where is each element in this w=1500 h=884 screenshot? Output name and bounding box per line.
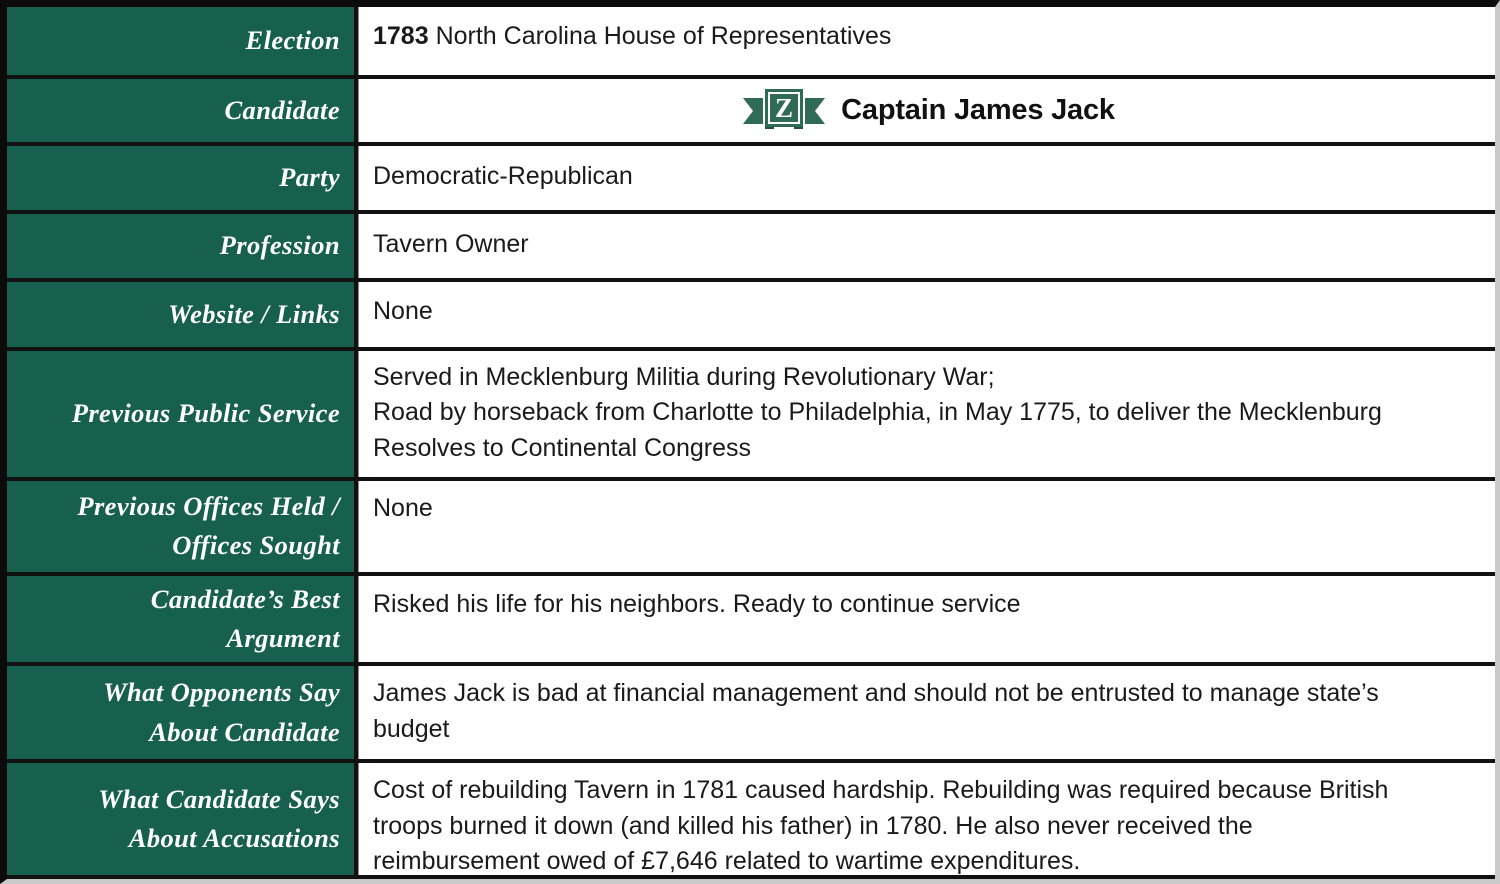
row-label-candidate: Candidate	[7, 78, 358, 143]
table-row-opponents-say: What Opponents Say About Candidate James…	[7, 666, 1495, 764]
table-row-best-argument: Candidate’s Best Argument Risked his lif…	[7, 575, 1495, 667]
election-year: 1783	[373, 22, 429, 50]
accusations-line-3: reimbursement owed of £7,646 related to …	[373, 847, 1081, 876]
table-row-previous-public-service: Previous Public Service Served in Meckle…	[7, 350, 1495, 481]
service-line-3: Resolves to Continental Congress	[373, 433, 751, 462]
opponents-line-2: budget	[373, 714, 450, 743]
row-label-election: Election	[7, 7, 358, 75]
row-label-website: Website / Links	[7, 282, 358, 347]
row-label-party: Party	[7, 146, 358, 210]
row-label-line-2: Argument	[226, 622, 340, 653]
row-value-opponents-say: James Jack is bad at financial managemen…	[358, 666, 1495, 760]
row-value-election: 1783 North Carolina House of Representat…	[358, 7, 1495, 75]
row-value-previous-public-service: Served in Mecklenburg Militia during Rev…	[358, 350, 1495, 477]
service-line-1: Served in Mecklenburg Militia during Rev…	[373, 362, 995, 391]
row-label-line-2: Offices Sought	[172, 530, 340, 561]
election-body: North Carolina House of Representatives	[428, 22, 892, 50]
row-value-candidate: Z Captain James Jack	[358, 78, 1495, 143]
election-value-line: 1783 North Carolina House of Representat…	[373, 19, 1479, 55]
row-label-opponents-say: What Opponents Say About Candidate	[7, 666, 358, 760]
profession-value: Tavern Owner	[373, 229, 529, 258]
row-label-line: Previous Public Service	[71, 398, 340, 429]
candidate-profile-table: Election 1783 North Carolina House of Re…	[0, 0, 1500, 884]
accusations-line-1: Cost of rebuilding Tavern in 1781 caused…	[373, 776, 1389, 805]
table-row-party: Party Democratic-Republican	[7, 146, 1495, 214]
row-label-candidate-says: What Candidate Says About Accusations	[7, 763, 358, 876]
row-label-line: Party	[279, 162, 340, 193]
row-label-best-argument: Candidate’s Best Argument	[7, 575, 358, 663]
table-row-website: Website / Links None	[7, 282, 1495, 351]
previous-offices-value: None	[373, 493, 433, 522]
row-label-previous-offices: Previous Offices Held / Offices Sought	[7, 480, 358, 572]
row-label-line: Candidate	[224, 94, 340, 125]
row-label-line: Profession	[219, 230, 340, 261]
row-label-line-1: Previous Offices Held /	[77, 491, 340, 522]
row-value-party: Democratic-Republican	[358, 146, 1495, 210]
row-value-profession: Tavern Owner	[358, 213, 1495, 279]
best-argument-value: Risked his life for his neighbors. Ready…	[373, 589, 1021, 618]
candidate-name: Captain James Jack	[841, 93, 1115, 126]
row-value-previous-offices: None	[358, 480, 1495, 572]
table-row-profession: Profession Tavern Owner	[7, 213, 1495, 283]
row-value-best-argument: Risked his life for his neighbors. Ready…	[358, 575, 1495, 663]
row-value-website: None	[358, 282, 1495, 347]
row-label-line-1: What Candidate Says	[98, 783, 340, 814]
party-value: Democratic-Republican	[373, 162, 633, 191]
row-label-line-1: Candidate’s Best	[150, 583, 340, 614]
accusations-line-2: troops burned it down (and killed his fa…	[373, 811, 1253, 840]
row-label-line-1: What Opponents Say	[103, 677, 340, 708]
website-value: None	[373, 297, 433, 326]
opponents-line-1: James Jack is bad at financial managemen…	[373, 679, 1379, 708]
row-label-line-2: About Candidate	[149, 716, 340, 747]
svg-text:Z: Z	[775, 93, 793, 123]
table-row-previous-offices: Previous Offices Held / Offices Sought N…	[7, 480, 1495, 576]
row-label-line: Election	[245, 25, 340, 56]
service-line-2: Road by horseback from Charlotte to Phil…	[373, 398, 1382, 427]
row-label-line: Website / Links	[168, 299, 340, 330]
row-label-previous-public-service: Previous Public Service	[7, 350, 358, 477]
table-row-candidate-says: What Candidate Says About Accusations Co…	[7, 763, 1495, 880]
table-row-election: Election 1783 North Carolina House of Re…	[7, 7, 1495, 79]
table-row-candidate: Candidate Z Captain James Jack	[7, 78, 1495, 147]
row-label-line-2: About Accusations	[128, 823, 340, 854]
row-label-profession: Profession	[7, 213, 358, 279]
z-ribbon-logo-icon: Z	[741, 84, 827, 136]
row-value-candidate-says: Cost of rebuilding Tavern in 1781 caused…	[358, 763, 1495, 876]
